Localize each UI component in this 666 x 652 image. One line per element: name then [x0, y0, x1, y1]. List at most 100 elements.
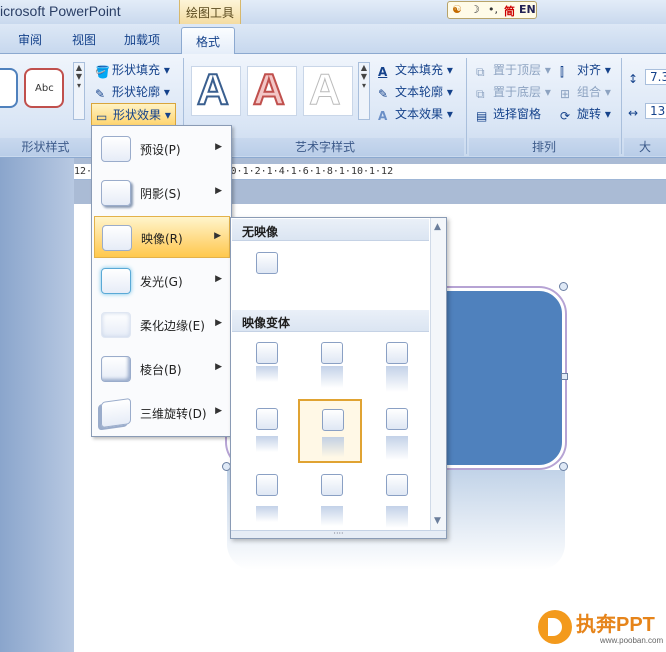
tab-view[interactable]: 视图: [72, 31, 96, 48]
align-button[interactable]: ⫿ 对齐 ▾: [560, 61, 611, 79]
shape-thumbnail-icon: [322, 409, 344, 431]
shape-style-sample-red[interactable]: Abc: [24, 68, 64, 108]
width-icon: ↔: [628, 106, 639, 120]
tab-format[interactable]: 格式: [181, 27, 236, 55]
submenu-arrow-icon: ▶: [214, 231, 221, 241]
submenu-arrow-icon: ▶: [215, 142, 222, 152]
shape-style-sample-blue[interactable]: [0, 68, 18, 108]
send-to-back-button[interactable]: ⧉ 置于底层 ▾: [476, 83, 551, 101]
scroll-up-icon[interactable]: ▲: [434, 222, 441, 232]
reflection-option-none[interactable]: [234, 244, 298, 308]
size-group-label: 大: [624, 138, 666, 156]
paint-bucket-icon: 🪣: [95, 65, 110, 79]
shape-thumbnail-icon: [256, 474, 278, 496]
shape-fill-button[interactable]: 🪣 形状填充 ▾: [95, 61, 170, 79]
wordart-style-2[interactable]: A: [247, 64, 297, 116]
ime-lang[interactable]: EN: [519, 3, 536, 16]
tab-addins[interactable]: 加载项: [124, 31, 160, 48]
menu-item-reflection[interactable]: 映像(R) ▶: [94, 216, 230, 258]
no-reflection-header: 无映像: [232, 219, 429, 241]
reflection-variant[interactable]: [364, 466, 428, 530]
submenu-arrow-icon: ▶: [215, 274, 222, 284]
bevel-icon: [101, 356, 131, 382]
scroll-down-icon[interactable]: ▼: [434, 516, 441, 526]
moon-icon[interactable]: ☽: [470, 3, 480, 16]
app-title: icrosoft PowerPoint: [0, 3, 121, 19]
reflection-variant[interactable]: [234, 334, 298, 398]
reflection-variant[interactable]: [364, 400, 428, 464]
reflection-variant-selected[interactable]: [298, 399, 362, 463]
wordart-gallery-scroll[interactable]: ▲ ▼ ▾: [358, 62, 370, 120]
reflection-gallery: 无映像 映像变体 ▲ ▼ ····: [230, 217, 447, 539]
rotate-button[interactable]: ⟳ 旋转 ▾: [560, 105, 611, 123]
pooban-logo-icon: [538, 610, 572, 644]
reflection-variant[interactable]: [234, 466, 298, 530]
reflection-icon: [102, 225, 132, 251]
submenu-arrow-icon: ▶: [215, 362, 222, 372]
shape-thumbnail-icon: [386, 474, 408, 496]
resize-handle-ne[interactable]: [559, 282, 568, 291]
wordart-glyph-3: A: [309, 65, 342, 115]
reflection-thumbnail-icon: [386, 366, 408, 392]
gallery-scrollbar[interactable]: ▲ ▼: [430, 218, 446, 530]
group-icon: ⊞: [560, 87, 571, 101]
group-separator: [466, 58, 467, 154]
logo-name: 执奔PPT: [576, 614, 655, 636]
tab-review[interactable]: 审阅: [18, 31, 42, 48]
menu-item-bevel[interactable]: 棱台(B) ▶: [94, 348, 230, 390]
wordart-style-3[interactable]: A: [303, 65, 353, 116]
menu-item-3d-rotation[interactable]: 三维旋转(D) ▶: [94, 392, 230, 434]
shape-effects-button[interactable]: ▭ 形状效果 ▾: [91, 103, 176, 127]
resize-handle-e[interactable]: [561, 373, 568, 380]
selection-pane-button[interactable]: ▤ 选择窗格: [476, 105, 541, 123]
text-effects-icon: A: [378, 109, 388, 123]
send-back-icon: ⧉: [476, 87, 485, 101]
3d-rotation-icon: [101, 397, 131, 429]
punct-icon[interactable]: •,: [488, 3, 498, 16]
shape-thumbnail-icon: [386, 342, 408, 364]
arrange-group-label: 排列: [469, 138, 619, 156]
shape-outline-button[interactable]: ✎ 形状轮廓 ▾: [95, 83, 170, 101]
reflection-variant[interactable]: [299, 466, 363, 530]
drawing-tools-context: 绘图工具: [179, 0, 241, 24]
reflection-thumbnail-icon: [256, 366, 278, 382]
ime-toolbar[interactable]: ☯ ☽ •, 简 EN: [447, 1, 537, 19]
gallery-resize-grip[interactable]: ····: [231, 530, 446, 538]
submenu-arrow-icon: ▶: [215, 318, 222, 328]
shape-thumbnail-icon: [386, 408, 408, 430]
bring-to-front-button[interactable]: ⧉ 置于顶层 ▾: [476, 61, 551, 79]
shape-styles-group-label: 形状样式: [0, 138, 91, 156]
workspace-margin: [0, 158, 74, 652]
ime-mode-icon[interactable]: ☯: [452, 3, 462, 16]
glow-icon: [101, 268, 131, 294]
menu-item-soft-edges[interactable]: 柔化边缘(E) ▶: [94, 304, 230, 346]
shape-width-field[interactable]: ↔ 13: [628, 103, 666, 120]
preset-icon: [101, 136, 131, 162]
reflection-variant[interactable]: [299, 334, 363, 398]
ime-simplified[interactable]: 简: [504, 3, 515, 19]
menu-item-shadow[interactable]: 阴影(S) ▶: [94, 172, 230, 214]
reflection-variant[interactable]: [364, 334, 428, 398]
shape-style-gallery-scroll[interactable]: ▲ ▼ ▾: [73, 62, 85, 120]
shape-height-field[interactable]: ↕ 7.3: [628, 69, 666, 86]
text-fill-icon: A: [378, 65, 388, 79]
menu-item-preset[interactable]: 预设(P) ▶: [94, 128, 230, 170]
reflection-thumbnail-icon: [321, 366, 343, 388]
reflection-thumbnail-icon: [322, 437, 344, 457]
reflection-variant[interactable]: [234, 400, 298, 464]
logo-site: www.pooban.com: [600, 636, 664, 645]
shape-effects-menu: 预设(P) ▶ 阴影(S) ▶ 映像(R) ▶ 发光(G) ▶ 柔化边缘(E) …: [91, 125, 232, 437]
text-outline-button[interactable]: ✎ 文本轮廓 ▾: [378, 83, 453, 101]
ribbon-tabs: 审阅 视图 加载项 格式: [0, 24, 666, 55]
resize-handle-se[interactable]: [559, 462, 568, 471]
wordart-style-1[interactable]: A: [191, 64, 241, 116]
wordart-glyph-2: A: [252, 64, 286, 115]
text-effects-button[interactable]: A 文本效果 ▾: [378, 105, 453, 123]
submenu-arrow-icon: ▶: [215, 406, 222, 416]
title-bar: icrosoft PowerPoint 绘图工具 ☯ ☽ •, 简 EN: [0, 0, 666, 24]
shape-thumbnail-icon: [321, 474, 343, 496]
menu-item-glow[interactable]: 发光(G) ▶: [94, 260, 230, 302]
text-fill-button[interactable]: A 文本填充 ▾: [378, 61, 453, 79]
group-button[interactable]: ⊞ 组合 ▾: [560, 83, 611, 101]
reflection-variants-header: 映像变体: [232, 310, 429, 332]
